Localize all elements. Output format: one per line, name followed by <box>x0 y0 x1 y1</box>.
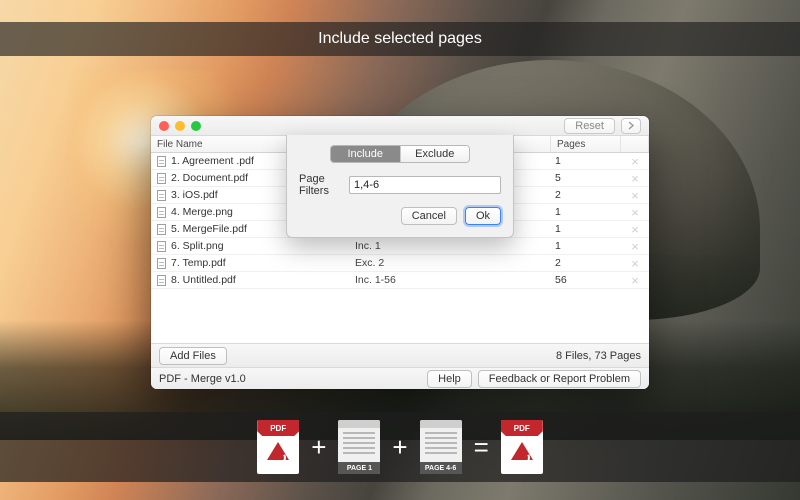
page-4-6-icon: PAGE 4-6 <box>420 420 462 474</box>
document-icon <box>157 258 166 269</box>
app-window: Reset File Name Filters Pages 1. Agreeme… <box>151 116 649 389</box>
pages-cell: 1 <box>551 240 621 252</box>
remove-row-icon[interactable]: × <box>621 256 649 271</box>
window-status-bar: PDF - Merge v1.0 Help Feedback or Report… <box>151 367 649 389</box>
add-files-button[interactable]: Add Files <box>159 347 227 365</box>
include-exclude-segment: Include Exclude <box>330 145 470 163</box>
file-name-cell: 2. Document.pdf <box>171 172 248 184</box>
feedback-button[interactable]: Feedback or Report Problem <box>478 370 641 388</box>
segment-exclude[interactable]: Exclude <box>400 146 470 162</box>
remove-row-icon[interactable]: × <box>621 205 649 220</box>
document-icon <box>157 241 166 252</box>
document-icon <box>157 173 166 184</box>
file-name-cell: 6. Split.png <box>171 240 224 252</box>
table-row[interactable]: 7. Temp.pdf Exc. 22× <box>151 255 649 272</box>
pages-cell: 56 <box>551 274 621 286</box>
pages-cell: 1 <box>551 155 621 167</box>
segment-include[interactable]: Include <box>331 146 400 162</box>
remove-row-icon[interactable]: × <box>621 222 649 237</box>
footer-illustration: PDF + PAGE 1 + PAGE 4-6 = PDF <box>0 412 800 482</box>
document-icon <box>157 156 166 167</box>
page-filters-input[interactable] <box>349 176 501 194</box>
minimize-icon[interactable] <box>175 121 185 131</box>
pdf-badge: PDF <box>257 420 299 436</box>
file-name-cell: 4. Merge.png <box>171 206 233 218</box>
close-icon[interactable] <box>159 121 169 131</box>
table-row[interactable]: 8. Untitled.pdf Inc. 1-5656× <box>151 272 649 289</box>
traffic-lights <box>159 121 201 131</box>
remove-row-icon[interactable]: × <box>621 239 649 254</box>
window-titlebar: Reset <box>151 116 649 136</box>
document-icon <box>157 190 166 201</box>
column-remove <box>621 136 649 152</box>
filter-cell: Inc. 1 <box>351 240 551 252</box>
plus-icon: + <box>392 432 407 463</box>
remove-row-icon[interactable]: × <box>621 171 649 186</box>
document-icon <box>157 207 166 218</box>
page-1-icon: PAGE 1 <box>338 420 380 474</box>
file-name-cell: 3. iOS.pdf <box>171 189 218 201</box>
file-summary: 8 Files, 73 Pages <box>556 350 641 362</box>
page-filters-label: Page Filters <box>299 173 341 197</box>
filter-cell: Exc. 2 <box>351 257 551 269</box>
chevron-right-icon[interactable] <box>621 118 641 134</box>
pdf-result-icon: PDF <box>501 420 543 474</box>
feature-banner-text: Include selected pages <box>318 30 482 48</box>
help-button[interactable]: Help <box>427 370 472 388</box>
pdf-badge: PDF <box>501 420 543 436</box>
document-icon <box>157 275 166 286</box>
window-bottom-bar: Add Files 8 Files, 73 Pages <box>151 343 649 367</box>
feature-banner: Include selected pages <box>0 22 800 56</box>
cancel-button[interactable]: Cancel <box>401 207 457 225</box>
filter-cell: Inc. 1-56 <box>351 274 551 286</box>
pages-cell: 2 <box>551 257 621 269</box>
document-icon <box>157 224 166 235</box>
remove-row-icon[interactable]: × <box>621 188 649 203</box>
zoom-icon[interactable] <box>191 121 201 131</box>
plus-icon: + <box>311 432 326 463</box>
pages-cell: 5 <box>551 172 621 184</box>
pdf-source-icon: PDF <box>257 420 299 474</box>
pages-cell: 2 <box>551 189 621 201</box>
file-list-empty-area <box>151 289 649 343</box>
column-pages[interactable]: Pages <box>551 136 621 152</box>
file-name-cell: 7. Temp.pdf <box>171 257 226 269</box>
page-1-caption: PAGE 1 <box>338 462 380 474</box>
file-name-cell: 1. Agreement .pdf <box>171 155 254 167</box>
page-filter-sheet: Include Exclude Page Filters Cancel Ok <box>286 135 514 238</box>
page-4-6-caption: PAGE 4-6 <box>420 462 462 474</box>
reset-button[interactable]: Reset <box>564 118 615 134</box>
equals-icon: = <box>474 432 489 463</box>
file-name-cell: 8. Untitled.pdf <box>171 274 236 286</box>
remove-row-icon[interactable]: × <box>621 273 649 288</box>
app-name-label: PDF - Merge v1.0 <box>159 373 246 385</box>
remove-row-icon[interactable]: × <box>621 154 649 169</box>
file-name-cell: 5. MergeFile.pdf <box>171 223 247 235</box>
ok-button[interactable]: Ok <box>465 207 501 225</box>
pages-cell: 1 <box>551 206 621 218</box>
table-row[interactable]: 6. Split.png Inc. 11× <box>151 238 649 255</box>
pages-cell: 1 <box>551 223 621 235</box>
